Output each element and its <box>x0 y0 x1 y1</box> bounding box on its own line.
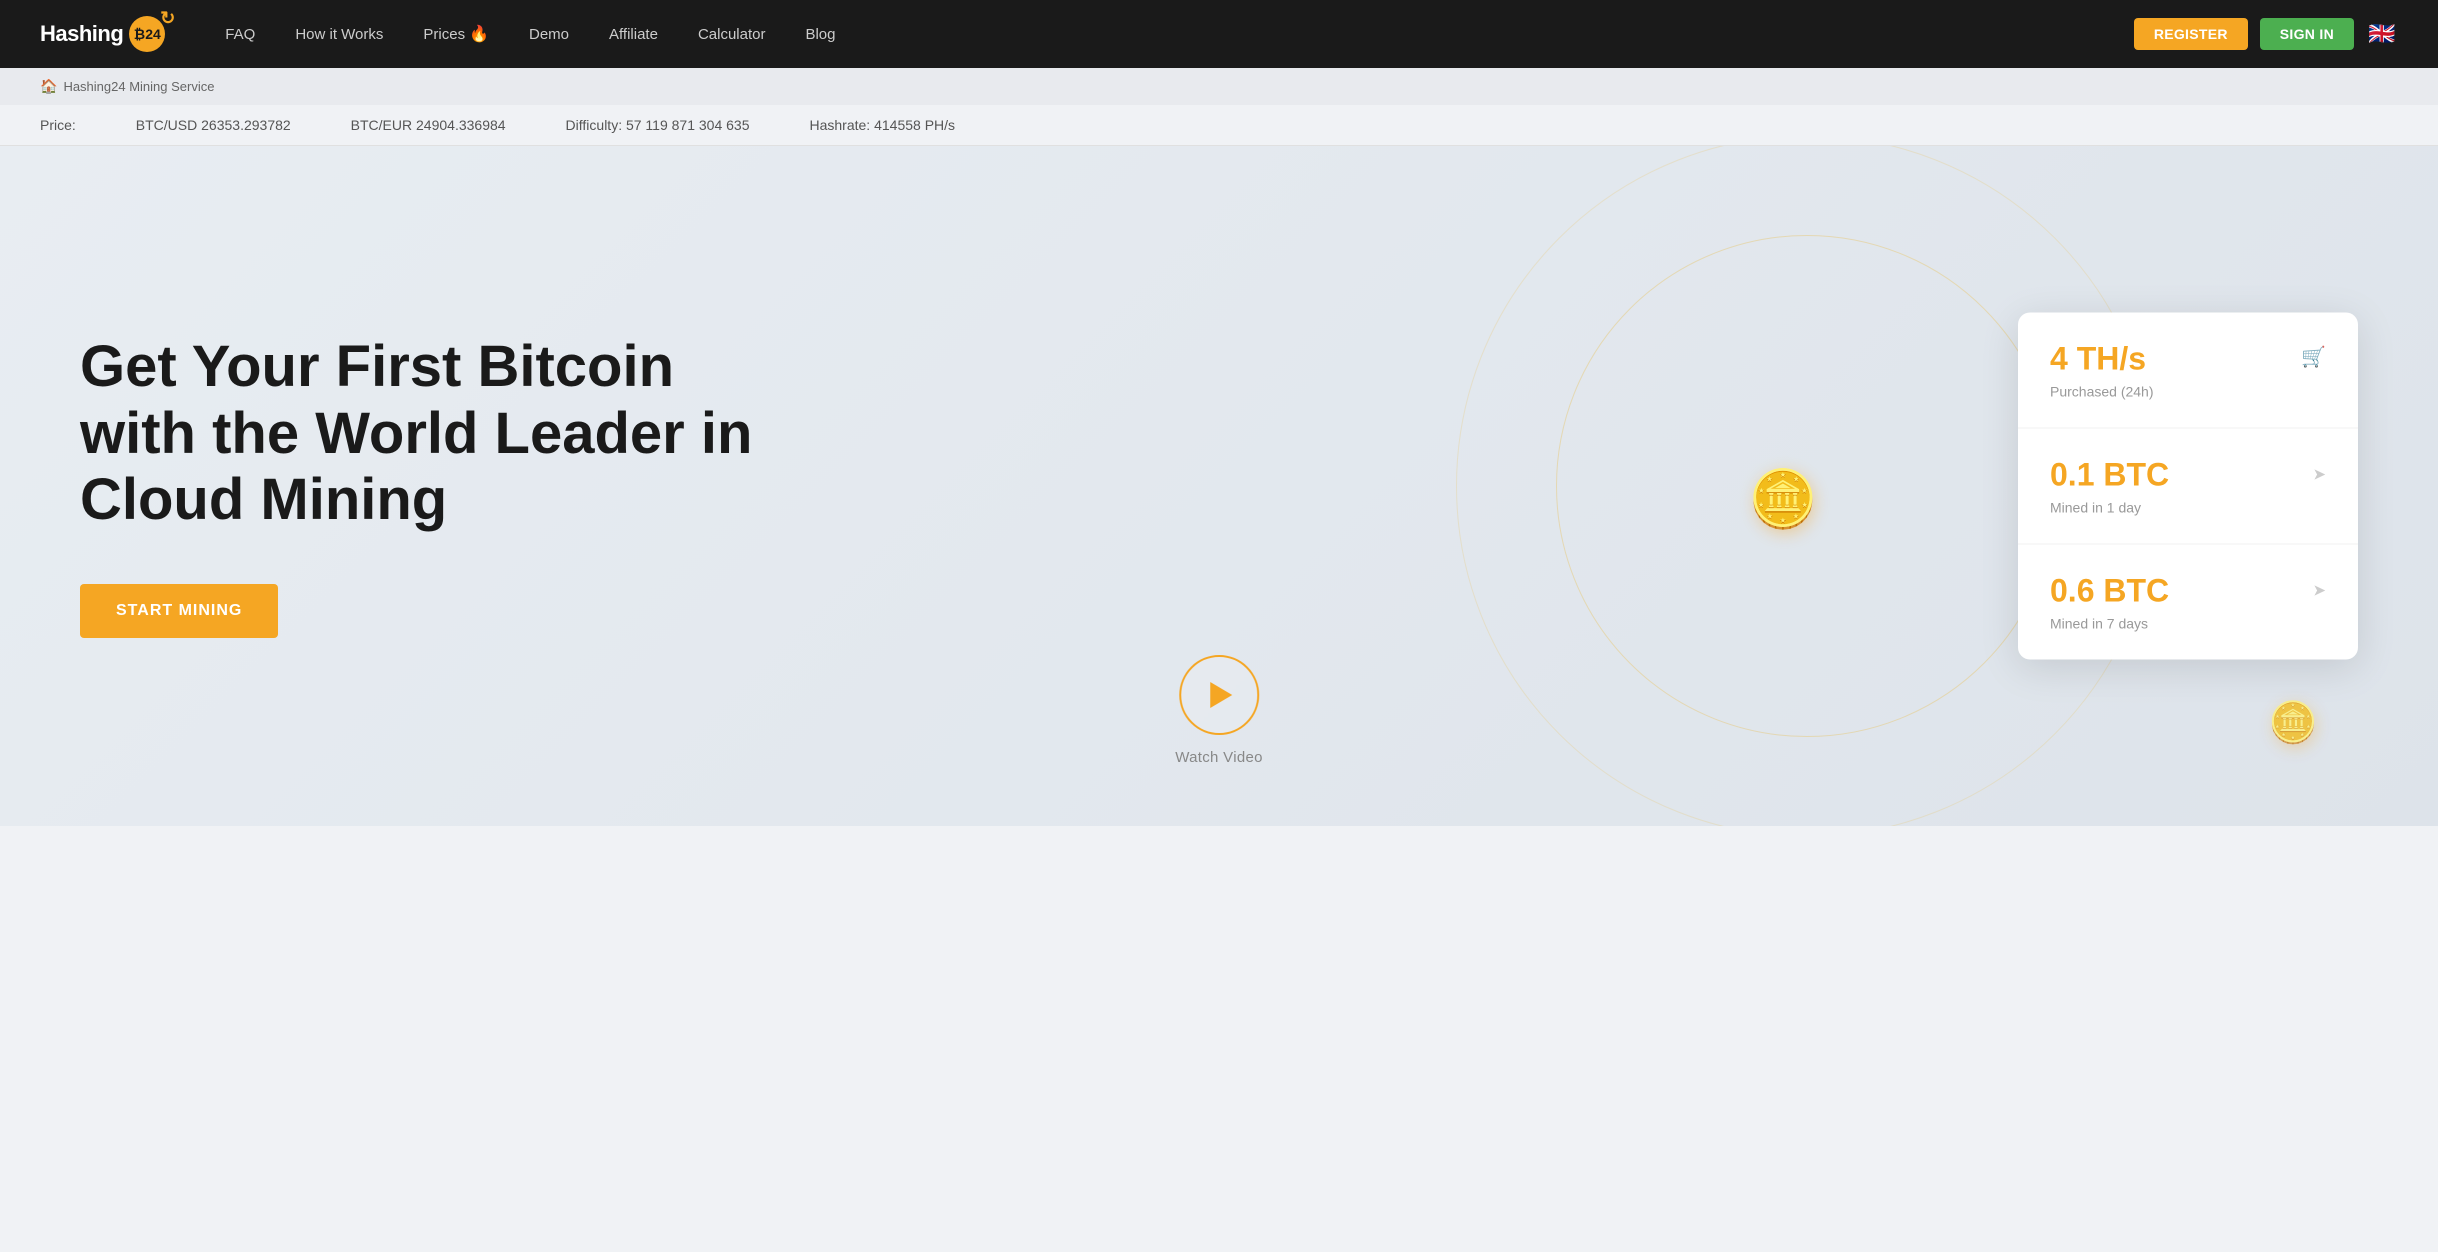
nav-links: FAQ How it Works Prices 🔥 Demo Affiliate… <box>225 24 2134 44</box>
start-mining-button[interactable]: START MINING <box>80 584 278 638</box>
play-triangle-icon <box>1210 682 1232 708</box>
hero-title: Get Your First Bitcoin with the World Le… <box>80 334 780 534</box>
stat-7day-content: 0.6 BTC Mined in 7 days <box>2050 573 2169 632</box>
nav-demo[interactable]: Demo <box>529 26 569 43</box>
hero-section: Get Your First Bitcoin with the World Le… <box>0 146 2438 826</box>
main-nav: Hashing ₿24 ↻ FAQ How it Works Prices 🔥 … <box>0 0 2438 68</box>
fire-icon: 🔥 <box>469 24 489 44</box>
difficulty: Difficulty: 57 119 871 304 635 <box>566 117 750 133</box>
nav-blog[interactable]: Blog <box>805 26 835 43</box>
stat-hashrate-value: 4 TH/s <box>2050 341 2154 378</box>
logo-arrow-icon: ↻ <box>160 8 175 29</box>
stat-hashrate-content: 4 TH/s Purchased (24h) <box>2050 341 2154 400</box>
arrow-icon-1: ➤ <box>2313 465 2326 485</box>
stat-7day-label: Mined in 7 days <box>2050 616 2169 632</box>
nav-prices[interactable]: Prices 🔥 <box>423 24 489 44</box>
stat-1day-content: 0.1 BTC Mined in 1 day <box>2050 457 2169 516</box>
nav-actions: REGISTER SIGN IN 🇬🇧 <box>2134 18 2398 50</box>
play-button[interactable] <box>1179 655 1259 735</box>
stat-row-hashrate: 4 TH/s Purchased (24h) 🛒 <box>2018 313 2358 429</box>
watch-video-label: Watch Video <box>1175 749 1263 766</box>
breadcrumb-label: Hashing24 Mining Service <box>63 79 214 94</box>
logo[interactable]: Hashing ₿24 ↻ <box>40 16 165 52</box>
btc-usd: BTC/USD 26353.293782 <box>136 117 291 133</box>
nav-how-it-works[interactable]: How it Works <box>295 26 383 43</box>
arrow-icon-2: ➤ <box>2313 581 2326 601</box>
stat-hashrate-label: Purchased (24h) <box>2050 384 2154 400</box>
nav-affiliate[interactable]: Affiliate <box>609 26 658 43</box>
nav-calculator[interactable]: Calculator <box>698 26 766 43</box>
logo-text: Hashing <box>40 21 123 47</box>
watch-video-area[interactable]: Watch Video <box>1175 655 1263 766</box>
home-icon: 🏠 <box>40 78 57 95</box>
cart-icon: 🛒 <box>2301 345 2326 370</box>
stats-card: 4 TH/s Purchased (24h) 🛒 0.1 BTC Mined i… <box>2018 313 2358 660</box>
stat-1day-value: 0.1 BTC <box>2050 457 2169 494</box>
signin-button[interactable]: SIGN IN <box>2260 18 2354 50</box>
stat-row-1day: 0.1 BTC Mined in 1 day ➤ <box>2018 429 2358 545</box>
price-label: Price: <box>40 117 76 133</box>
coin-decoration-2: 🪙 <box>2268 699 2318 746</box>
stat-1day-label: Mined in 1 day <box>2050 500 2169 516</box>
ticker-bar: Price: BTC/USD 26353.293782 BTC/EUR 2490… <box>0 105 2438 146</box>
language-flag[interactable]: 🇬🇧 <box>2366 18 2398 50</box>
stat-7day-value: 0.6 BTC <box>2050 573 2169 610</box>
nav-faq[interactable]: FAQ <box>225 26 255 43</box>
stat-row-7days: 0.6 BTC Mined in 7 days ➤ <box>2018 545 2358 660</box>
breadcrumb: 🏠 Hashing24 Mining Service <box>0 68 2438 105</box>
btc-eur: BTC/EUR 24904.336984 <box>351 117 506 133</box>
hero-content: Get Your First Bitcoin with the World Le… <box>80 334 780 638</box>
logo-badge: ₿24 ↻ <box>129 16 165 52</box>
register-button[interactable]: REGISTER <box>2134 18 2248 50</box>
hashrate: Hashrate: 414558 PH/s <box>810 117 956 133</box>
coin-decoration-1: 🪙 <box>1748 466 1818 532</box>
